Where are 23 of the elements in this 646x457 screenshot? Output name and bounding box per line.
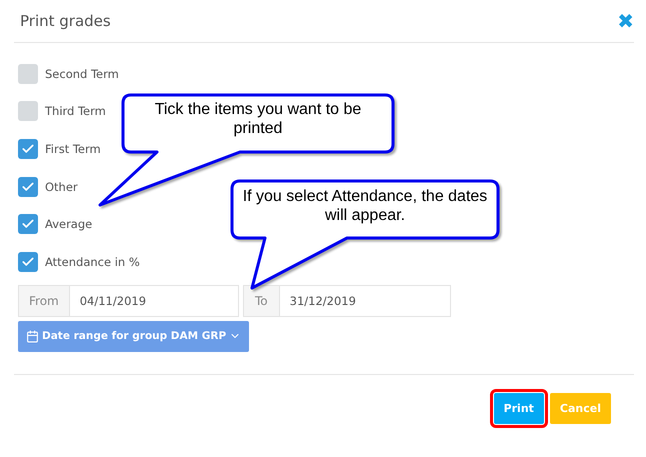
check-icon bbox=[21, 254, 35, 269]
checkbox-label: Third Term bbox=[45, 104, 106, 118]
checkbox[interactable] bbox=[18, 214, 38, 234]
print-button[interactable]: Print bbox=[494, 393, 544, 424]
checkbox-label: Second Term bbox=[45, 66, 119, 81]
callout-text: Tick the items you want to be printed bbox=[154, 100, 362, 138]
calendar-icon bbox=[26, 330, 39, 343]
date-range-dropdown[interactable]: Date range for group DAM GRP bbox=[18, 320, 250, 352]
checkbox-label: Attendance in % bbox=[45, 254, 140, 269]
check-icon bbox=[21, 142, 35, 156]
checkbox-label: First Term bbox=[45, 142, 101, 156]
checkbox[interactable] bbox=[18, 176, 38, 197]
checkbox-label: Average bbox=[45, 217, 92, 232]
checkbox[interactable] bbox=[18, 138, 38, 159]
checkbox[interactable] bbox=[18, 64, 38, 84]
checkbox[interactable] bbox=[18, 101, 38, 122]
check-icon bbox=[21, 180, 35, 194]
cancel-button[interactable]: Cancel bbox=[550, 393, 611, 424]
checkbox-label: Other bbox=[45, 180, 78, 194]
callout-text: If you select Attendance, the dates will appear. bbox=[242, 187, 488, 225]
dialog-title: Print grades bbox=[20, 12, 111, 30]
close-icon[interactable]: ✖ bbox=[617, 9, 634, 33]
checkbox[interactable] bbox=[18, 252, 38, 272]
